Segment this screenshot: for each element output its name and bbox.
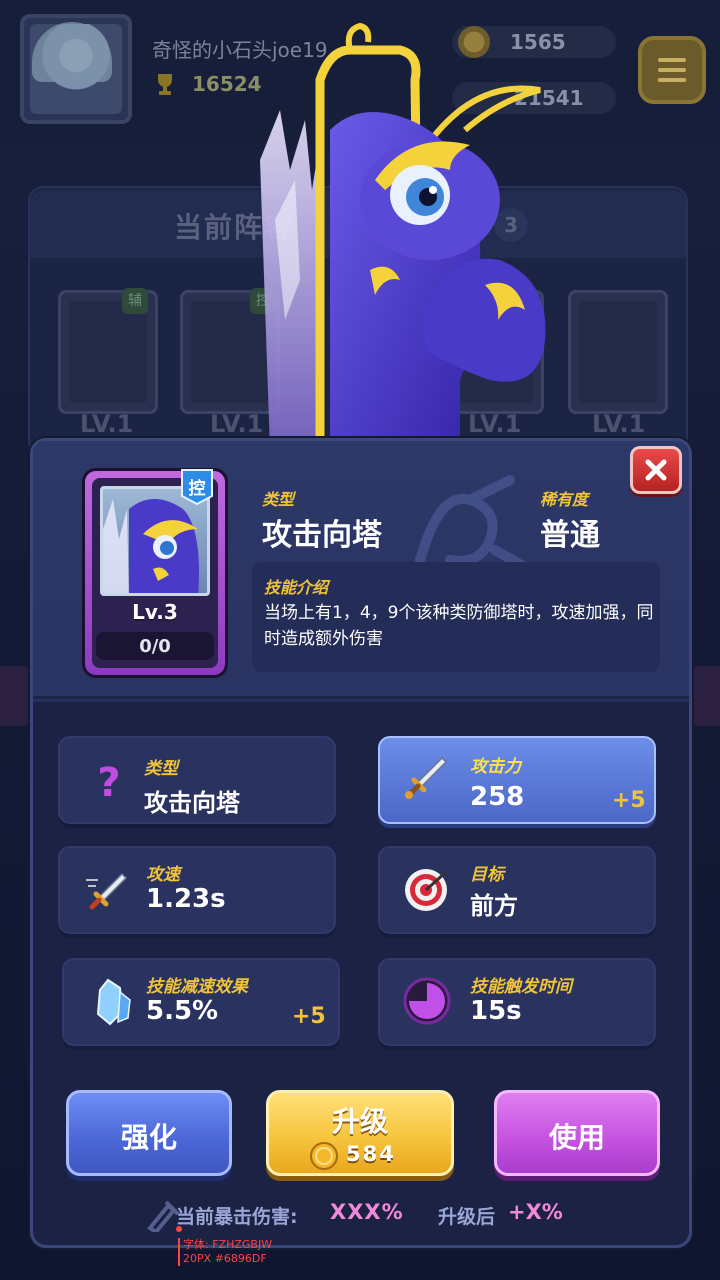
design-annotation: 字体: FZHZGBJW 20PX #6896DF — [178, 1238, 272, 1266]
menu-icon — [658, 58, 686, 62]
svg-text:?: ? — [97, 760, 120, 806]
slot-art — [69, 301, 147, 403]
enhance-button-label: 强化 — [120, 1121, 177, 1154]
card-role-badge: 控 — [188, 479, 206, 499]
slot-level: LV.1 — [80, 410, 134, 438]
use-button-label: 使用 — [548, 1121, 605, 1154]
slot-tag: 辅 — [122, 288, 148, 314]
crit-after-value: +X% — [508, 1200, 563, 1224]
crit-label: 当前暴击伤害: — [176, 1206, 298, 1228]
stat-speed-label: 攻速 — [146, 865, 180, 885]
stat-type-label: 类型 — [144, 759, 178, 779]
stat-trigger-value: 15s — [470, 996, 522, 1026]
card-progress-text: 0/0 — [139, 636, 171, 657]
type-value: 攻击向塔 — [262, 518, 382, 553]
skill-description: 当场上有1，4，9个该种类防御塔时，攻速加强，同时造成额外伤害 — [264, 603, 654, 649]
rarity-label: 稀有度 — [540, 490, 589, 509]
slot-art — [579, 301, 657, 403]
close-icon — [645, 459, 667, 481]
stat-slow-value: 5.5% — [146, 996, 219, 1026]
stat-slow-label: 技能减速效果 — [146, 977, 248, 997]
coin-icon — [310, 1142, 338, 1170]
stat-type-value: 攻击向塔 — [144, 789, 240, 817]
annotation-marker — [176, 1226, 182, 1232]
annotation-line-1: 字体: FZHZGBJW — [183, 1238, 273, 1251]
sword-icon — [405, 756, 448, 799]
slot-level: LV.1 — [592, 410, 646, 438]
type-label: 类型 — [262, 490, 295, 509]
speed-sword-icon — [86, 872, 128, 910]
stat-attack-value: 258 — [470, 782, 525, 812]
target-icon — [405, 869, 448, 911]
rarity-value: 普通 — [540, 518, 600, 553]
trophy-icon — [158, 74, 172, 95]
menu-button[interactable] — [638, 36, 706, 104]
stat-speed-value: 1.23s — [146, 884, 226, 914]
hero-creature-illustration — [260, 22, 546, 450]
stat-attack-label: 攻击力 — [470, 757, 521, 777]
avatar[interactable] — [20, 14, 132, 124]
stat-attack-bonus: +5 — [612, 788, 646, 813]
menu-icon-line — [658, 68, 686, 72]
right-arrow-icon[interactable] — [690, 666, 720, 726]
annotation-line-2: 20PX #6896DF — [183, 1252, 267, 1265]
stat-trigger-label: 技能触发时间 — [470, 977, 572, 997]
crit-value: XXX% — [330, 1200, 404, 1224]
left-arrow-icon[interactable] — [0, 666, 30, 726]
skill-label: 技能介绍 — [264, 578, 329, 597]
lineup-slot[interactable] — [568, 290, 668, 414]
question-icon: ? — [97, 760, 120, 806]
card-level: Lv.3 — [132, 600, 178, 624]
stat-target-value: 前方 — [470, 892, 518, 920]
stat-slow-bonus: +5 — [292, 1004, 326, 1029]
menu-icon-line — [658, 78, 686, 82]
stat-target-label: 目标 — [470, 865, 504, 885]
upgrade-button-label: 升级 — [331, 1105, 388, 1138]
close-button[interactable] — [630, 446, 682, 494]
upgrade-cost: 584 — [346, 1142, 396, 1166]
ice-crystal-icon — [96, 978, 131, 1026]
crit-after-label: 升级后 — [438, 1206, 496, 1228]
timer-icon — [403, 977, 451, 1025]
